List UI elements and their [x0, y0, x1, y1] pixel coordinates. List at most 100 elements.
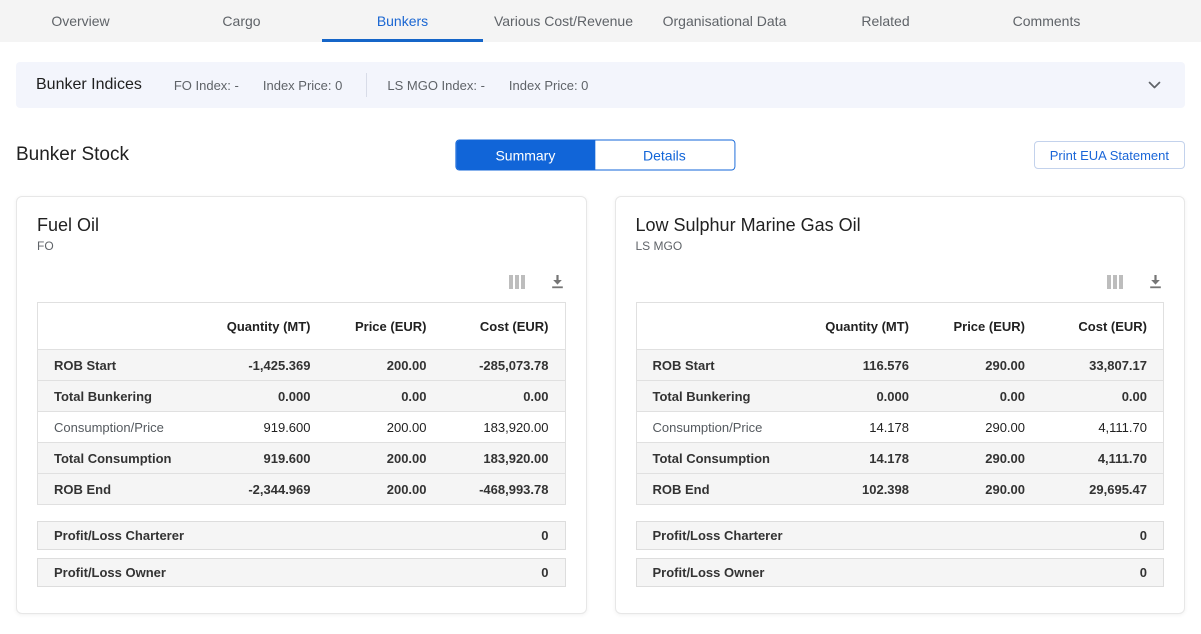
- row-price: 200.00: [311, 451, 427, 466]
- table-row: ROB End102.398290.0029,695.47: [637, 473, 1164, 504]
- summary-toggle-button[interactable]: Summary: [456, 141, 595, 170]
- tab-organisational-data[interactable]: Organisational Data: [644, 0, 805, 42]
- tab-bunkers[interactable]: Bunkers: [322, 0, 483, 42]
- row-label: Consumption/Price: [653, 420, 780, 435]
- row-price: 0.00: [909, 389, 1025, 404]
- row-label: ROB End: [54, 482, 181, 497]
- row-quantity: 0.000: [779, 389, 909, 404]
- row-cost: 4,111.70: [1025, 451, 1147, 466]
- row-cost: 0.00: [427, 389, 549, 404]
- tab-cargo[interactable]: Cargo: [161, 0, 322, 42]
- columns-icon[interactable]: [1107, 275, 1123, 289]
- column-header: Cost (EUR): [1025, 319, 1147, 334]
- row-cost: 33,807.17: [1025, 358, 1147, 373]
- row-quantity: 919.600: [181, 451, 311, 466]
- tab-overview[interactable]: Overview: [0, 0, 161, 42]
- profit-loss-value: 0: [541, 528, 548, 543]
- print-eua-statement-button[interactable]: Print EUA Statement: [1034, 141, 1185, 169]
- profit-loss-label: Profit/Loss Charterer: [54, 528, 184, 543]
- row-cost: -285,073.78: [427, 358, 549, 373]
- tab-comments[interactable]: Comments: [966, 0, 1127, 42]
- card-title: Fuel Oil: [37, 215, 566, 236]
- column-header: Price (EUR): [909, 319, 1025, 334]
- profit-loss-value: 0: [1140, 528, 1147, 543]
- bunker-indices-title: Bunker Indices: [36, 76, 142, 94]
- table-row: Consumption/Price14.178290.004,111.70: [637, 411, 1164, 442]
- column-header: Price (EUR): [311, 319, 427, 334]
- card-subtitle: FO: [37, 239, 566, 253]
- table-row: Consumption/Price919.600200.00183,920.00: [38, 411, 565, 442]
- row-label: Total Consumption: [653, 451, 780, 466]
- row-quantity: 116.576: [779, 358, 909, 373]
- column-header: Cost (EUR): [427, 319, 549, 334]
- columns-icon[interactable]: [509, 275, 525, 289]
- tab-various-cost-revenue[interactable]: Various Cost/Revenue: [483, 0, 644, 42]
- indices-divider: [366, 73, 367, 97]
- summary-details-toggle: Summary Details: [455, 140, 735, 171]
- download-icon[interactable]: [1147, 273, 1164, 290]
- profit-loss-label: Profit/Loss Charterer: [653, 528, 783, 543]
- bunker-indices-bar[interactable]: Bunker Indices FO Index: - Index Price: …: [16, 62, 1185, 108]
- profit-loss-value: 0: [541, 565, 548, 580]
- tab-bar: OverviewCargoBunkersVarious Cost/Revenue…: [0, 0, 1201, 42]
- row-price: 0.00: [311, 389, 427, 404]
- details-toggle-button[interactable]: Details: [595, 141, 734, 170]
- row-quantity: 919.600: [181, 420, 311, 435]
- bunker-card-fo: Fuel Oil FO Quantity (MT)Price (EUR)Cost (…: [16, 196, 587, 614]
- row-price: 290.00: [909, 358, 1025, 373]
- tab-related[interactable]: Related: [805, 0, 966, 42]
- row-label: ROB Start: [653, 358, 780, 373]
- bunker-card-ls-mgo: Low Sulphur Marine Gas Oil LS MGO Quantity…: [615, 196, 1186, 614]
- profit-loss-bar: Profit/Loss Charterer 0: [636, 521, 1165, 550]
- row-quantity: -1,425.369: [181, 358, 311, 373]
- row-price: 200.00: [311, 482, 427, 497]
- profit-loss-label: Profit/Loss Owner: [54, 565, 166, 580]
- row-quantity: 14.178: [779, 420, 909, 435]
- row-label: ROB Start: [54, 358, 181, 373]
- row-cost: 0.00: [1025, 389, 1147, 404]
- cards-grid: Fuel OilFOQuantity (MT)Price (EUR)Cost (…: [16, 196, 1185, 614]
- profit-loss-bar: Profit/Loss Charterer 0: [37, 521, 566, 550]
- ls-mgo-index-price: Index Price: 0: [509, 78, 589, 93]
- table-row: Total Bunkering0.0000.000.00: [637, 380, 1164, 411]
- chevron-down-icon[interactable]: [1144, 77, 1165, 94]
- table-row: Total Consumption14.178290.004,111.70: [637, 442, 1164, 473]
- ls-mgo-index-value: LS MGO Index: -: [387, 78, 485, 93]
- row-price: 200.00: [311, 420, 427, 435]
- table-row: ROB Start116.576290.0033,807.17: [637, 349, 1164, 380]
- table-row: Total Bunkering0.0000.000.00: [38, 380, 565, 411]
- row-price: 290.00: [909, 420, 1025, 435]
- profit-loss-label: Profit/Loss Owner: [653, 565, 765, 580]
- row-quantity: 14.178: [779, 451, 909, 466]
- table-row: ROB End-2,344.969200.00-468,993.78: [38, 473, 565, 504]
- row-cost: 29,695.47: [1025, 482, 1147, 497]
- table-header-row: Quantity (MT)Price (EUR)Cost (EUR): [38, 303, 565, 349]
- card-subtitle: LS MGO: [636, 239, 1165, 253]
- fo-index-price: Index Price: 0: [263, 78, 343, 93]
- row-quantity: 0.000: [181, 389, 311, 404]
- row-cost: 183,920.00: [427, 451, 549, 466]
- column-header: Quantity (MT): [779, 319, 909, 334]
- row-quantity: 102.398: [779, 482, 909, 497]
- card-title: Low Sulphur Marine Gas Oil: [636, 215, 1165, 236]
- table-header-row: Quantity (MT)Price (EUR)Cost (EUR): [637, 303, 1164, 349]
- bunker-table: Quantity (MT)Price (EUR)Cost (EUR) ROB St…: [37, 302, 566, 505]
- card-toolbar: [636, 273, 1165, 290]
- table-row: Total Consumption919.600200.00183,920.00: [38, 442, 565, 473]
- download-icon[interactable]: [549, 273, 566, 290]
- row-price: 200.00: [311, 358, 427, 373]
- profit-loss-value: 0: [1140, 565, 1147, 580]
- row-cost: 4,111.70: [1025, 420, 1147, 435]
- row-label: Total Bunkering: [653, 389, 780, 404]
- row-quantity: -2,344.969: [181, 482, 311, 497]
- column-header: Quantity (MT): [181, 319, 311, 334]
- row-cost: -468,993.78: [427, 482, 549, 497]
- bunker-table: Quantity (MT)Price (EUR)Cost (EUR)ROB St…: [636, 302, 1165, 505]
- profit-loss-bar: Profit/Loss Owner 0: [636, 558, 1165, 587]
- row-label: ROB End: [653, 482, 780, 497]
- row-price: 290.00: [909, 482, 1025, 497]
- row-price: 290.00: [909, 451, 1025, 466]
- profit-loss-bar: Profit/Loss Owner 0: [37, 558, 566, 587]
- card-toolbar: [37, 273, 566, 290]
- bunker-stock-header: Bunker Stock Summary Details Print EUA S…: [16, 138, 1185, 172]
